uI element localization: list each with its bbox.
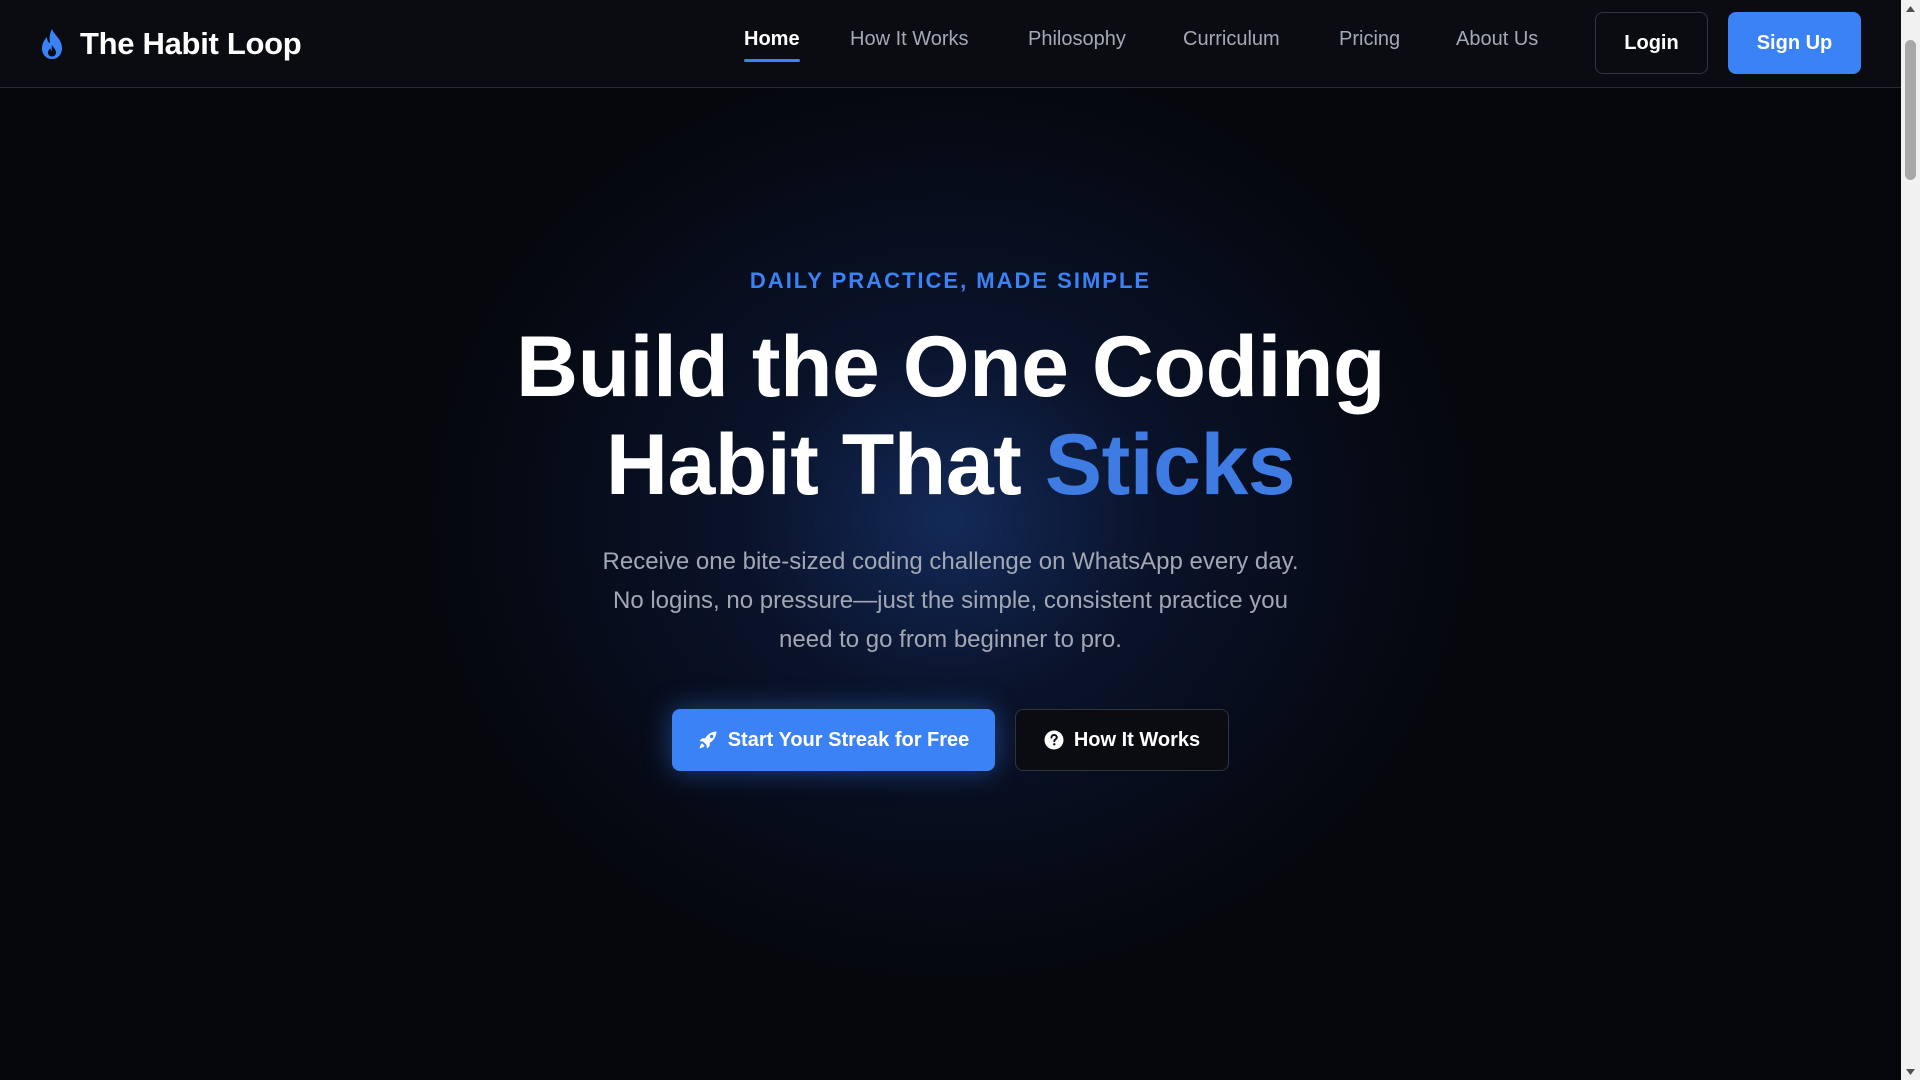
hero-eyebrow: DAILY PRACTICE, MADE SIMPLE: [749, 268, 1152, 293]
headline-line-2-prefix: Habit That: [605, 417, 1022, 513]
scrollbar-thumb[interactable]: [1905, 40, 1916, 180]
flame-icon: [42, 29, 62, 59]
subtext-line-3: need to go from beginner to pro.: [779, 626, 1122, 653]
nav-link-philosophy[interactable]: Philosophy: [1028, 28, 1126, 60]
headline-line-1: Build the One Coding: [515, 319, 1386, 415]
nav-link-curriculum[interactable]: Curriculum: [1183, 28, 1280, 60]
how-it-works-label: How It Works: [1073, 728, 1201, 751]
login-button[interactable]: Login: [1595, 12, 1708, 74]
signup-button[interactable]: Sign Up: [1728, 12, 1861, 74]
brand-name: The Habit Loop: [80, 26, 302, 61]
rocket-icon: [699, 731, 717, 749]
landing-page: The Habit Loop Home How It Works Philoso…: [0, 0, 1901, 1080]
brand-logo[interactable]: The Habit Loop: [38, 24, 302, 64]
nav-link-home[interactable]: Home: [744, 28, 800, 62]
nav-link-how-it-works[interactable]: How It Works: [850, 28, 969, 60]
start-streak-button[interactable]: Start Your Streak for Free: [672, 709, 995, 771]
top-navigation-bar: The Habit Loop Home How It Works Philoso…: [0, 0, 1901, 88]
subtext-line-2: No logins, no pressure—just the simple, …: [613, 587, 1288, 614]
how-it-works-button[interactable]: How It Works: [1015, 709, 1229, 771]
scroll-down-arrow-icon[interactable]: [1901, 1063, 1920, 1080]
hero-headline: Build the One Coding Habit That Sticks: [0, 318, 1901, 514]
start-streak-label: Start Your Streak for Free: [727, 728, 970, 751]
vertical-scrollbar[interactable]: [1901, 0, 1920, 1080]
nav-link-about-us[interactable]: About Us: [1456, 28, 1538, 60]
nav-link-pricing[interactable]: Pricing: [1339, 28, 1400, 60]
headline-accent-word: Sticks: [1044, 417, 1296, 513]
question-circle-icon: [1044, 730, 1064, 750]
subtext-line-1: Receive one bite-sized coding challenge …: [602, 548, 1299, 575]
scroll-up-arrow-icon[interactable]: [1901, 0, 1920, 17]
hero-subtext: Receive one bite-sized coding challenge …: [550, 542, 1351, 659]
